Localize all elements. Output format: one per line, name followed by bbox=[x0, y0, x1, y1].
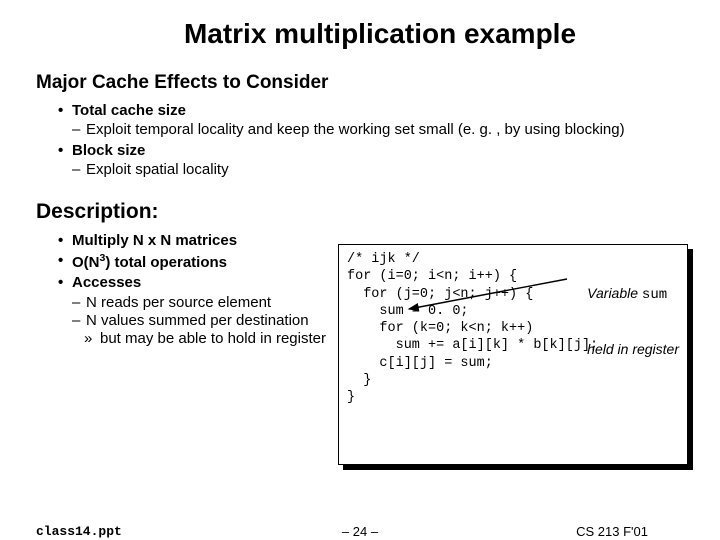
annotation-line-2: held in register bbox=[587, 341, 679, 359]
footer-filename: class14.ppt bbox=[36, 524, 122, 539]
complexity-post: ) total operations bbox=[105, 254, 227, 271]
code-line-1: /* ijk */ bbox=[347, 252, 420, 267]
section-heading-description: Description: bbox=[36, 200, 358, 224]
code-line-6: sum += a[i][k] * b[k][j]; bbox=[347, 338, 598, 353]
complexity-pre: O(N bbox=[72, 254, 100, 271]
slide: Matrix multiplication example Major Cach… bbox=[0, 0, 720, 540]
code-line-3: for (j=0; j<n; j++) { bbox=[347, 287, 533, 302]
footer-page-number: – 24 – bbox=[342, 524, 378, 539]
bullet-accesses: Accesses bbox=[58, 274, 358, 291]
bullet-temporal-locality: Exploit temporal locality and keep the w… bbox=[72, 121, 684, 138]
annotation: Variable sum held in register bbox=[587, 249, 679, 394]
bullet-block-size: Block size bbox=[58, 142, 358, 159]
annotation-line-1-text: Variable bbox=[587, 285, 642, 301]
code-line-2: for (i=0; i<n; i++) { bbox=[347, 269, 517, 284]
code-line-4: sum = 0. 0; bbox=[347, 304, 469, 319]
footer-course: CS 213 F'01 bbox=[576, 524, 648, 539]
code-listing: /* ijk */ for (i=0; i<n; i++) { for (j=0… bbox=[338, 244, 688, 465]
code-line-9: } bbox=[347, 390, 355, 405]
left-column: Block size Exploit spatial locality Desc… bbox=[58, 139, 358, 293]
bullet-total-cache: Total cache size bbox=[58, 102, 684, 119]
slide-title: Matrix multiplication example bbox=[76, 18, 684, 50]
section-heading-cache: Major Cache Effects to Consider bbox=[36, 72, 684, 94]
annotation-line-1-mono: sum bbox=[642, 287, 667, 303]
annotation-line-1: Variable sum bbox=[587, 285, 679, 305]
code-line-5: for (k=0; k<n; k++) bbox=[347, 321, 533, 336]
bullet-multiply: Multiply N x N matrices bbox=[58, 232, 358, 249]
code-line-8: } bbox=[347, 373, 371, 388]
code-line-7: c[i][j] = sum; bbox=[347, 356, 493, 371]
code-box: /* ijk */ for (i=0; i<n; i++) { for (j=0… bbox=[338, 244, 688, 465]
bullet-complexity: O(N3) total operations bbox=[58, 252, 358, 271]
bullet-spatial-locality: Exploit spatial locality bbox=[72, 161, 358, 178]
